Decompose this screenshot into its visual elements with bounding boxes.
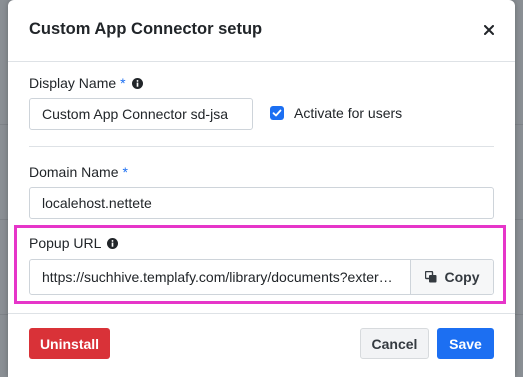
- popup-url-field: https://suchhive.templafy.com/library/do…: [29, 259, 494, 295]
- popup-url-label-text: Popup URL: [29, 235, 102, 251]
- dialog-title: Custom App Connector setup: [29, 20, 263, 38]
- popup-url-input[interactable]: https://suchhive.templafy.com/library/do…: [30, 260, 410, 294]
- uninstall-button[interactable]: Uninstall: [29, 328, 110, 359]
- dialog-header: Custom App Connector setup: [8, 0, 515, 62]
- activate-for-users-toggle[interactable]: Activate for users: [270, 105, 402, 121]
- activate-label: Activate for users: [294, 105, 403, 121]
- domain-name-label-text: Domain Name: [29, 164, 119, 180]
- footer-divider: [8, 313, 515, 314]
- required-mark: *: [120, 75, 126, 91]
- copy-icon: [424, 271, 436, 283]
- copy-button[interactable]: Copy: [410, 260, 493, 294]
- app-connector-dialog: Custom App Connector setup Display Name …: [8, 0, 515, 377]
- domain-name-label: Domain Name *: [29, 164, 128, 180]
- save-button[interactable]: Save: [437, 328, 494, 359]
- section-divider: [29, 146, 494, 147]
- close-button[interactable]: [481, 22, 497, 38]
- domain-name-input[interactable]: localehost.nettete: [29, 187, 494, 219]
- display-name-label: Display Name *: [29, 75, 143, 91]
- display-name-label-text: Display Name: [29, 75, 117, 91]
- close-icon: [484, 25, 494, 35]
- checkmark-icon: [272, 109, 282, 117]
- copy-button-label: Copy: [444, 269, 480, 285]
- info-icon[interactable]: [131, 77, 143, 89]
- activate-checkbox[interactable]: [270, 106, 284, 120]
- required-mark: *: [122, 164, 128, 180]
- popup-url-label: Popup URL: [29, 235, 119, 251]
- info-icon[interactable]: [107, 237, 119, 249]
- display-name-input[interactable]: Custom App Connector sd-jsa: [29, 98, 253, 130]
- cancel-button[interactable]: Cancel: [360, 328, 429, 359]
